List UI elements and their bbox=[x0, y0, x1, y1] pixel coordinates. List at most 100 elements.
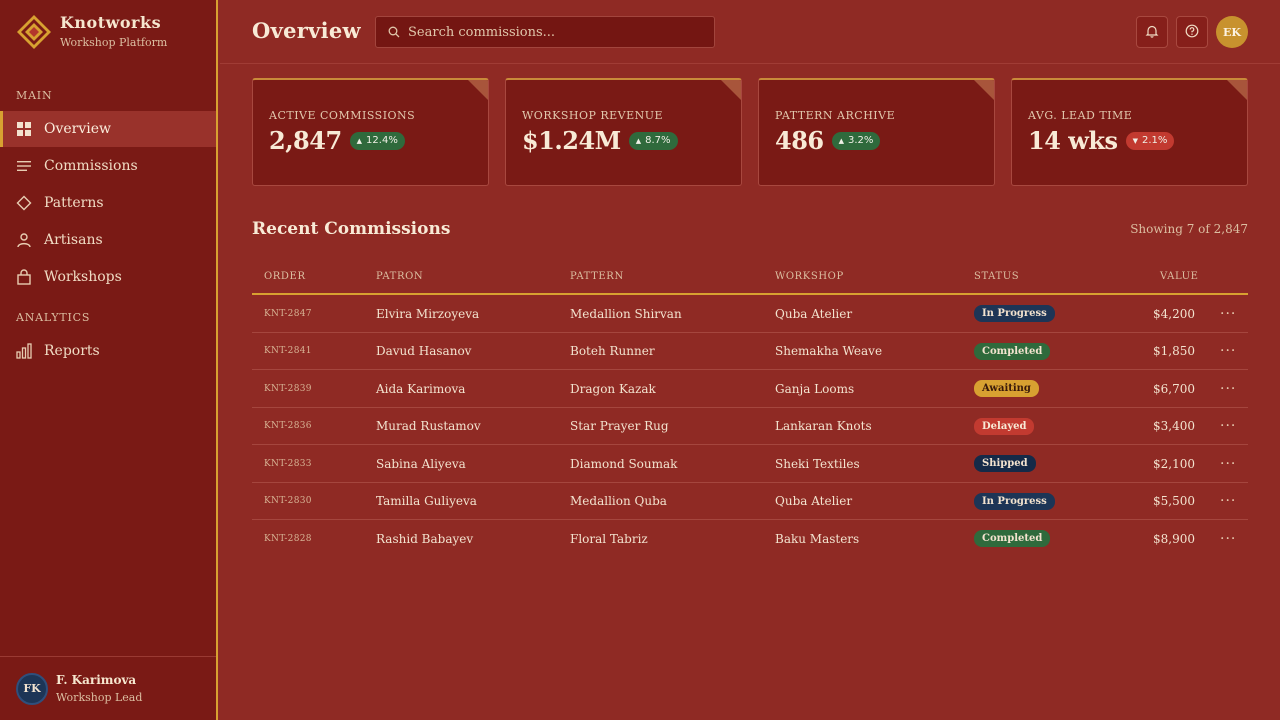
stat-value: 2,847 bbox=[269, 126, 342, 155]
sidebar-user[interactable]: FK F. Karimova Workshop Lead bbox=[0, 656, 216, 720]
order-id[interactable]: KNT-2841 bbox=[264, 333, 312, 370]
table-row[interactable]: KNT-2841 Davud Hasanov Boteh Runner Shemakh… bbox=[252, 333, 1248, 370]
stat-label: Active Commissions bbox=[269, 109, 416, 122]
stat-card-avg-lead-time[interactable]: Avg. Lead Time 14 wks ▼ 2.1% bbox=[1011, 78, 1248, 186]
table-row[interactable]: KNT-2833 Sabina Aliyeva Diamond Soumak Shek… bbox=[252, 445, 1248, 483]
patron-name: Murad Rustamov bbox=[376, 419, 481, 433]
user-avatar[interactable]: EK bbox=[1216, 16, 1248, 48]
sidebar-item-overview[interactable]: Overview bbox=[0, 111, 216, 147]
order-value: $4,200 bbox=[1153, 306, 1195, 321]
card-corner-decoration bbox=[974, 80, 994, 100]
table-row[interactable]: KNT-2839 Aida Karimova Dragon Kazak Ganja L… bbox=[252, 370, 1248, 408]
pattern-name: Medallion Quba bbox=[570, 494, 667, 508]
avatar: FK bbox=[16, 672, 48, 705]
section-label-analytics: Analytics bbox=[16, 311, 91, 324]
row-actions-button[interactable]: ··· bbox=[1220, 483, 1236, 520]
order-id[interactable]: KNT-2833 bbox=[264, 445, 312, 482]
row-actions-button[interactable]: ··· bbox=[1220, 408, 1236, 445]
row-actions-button[interactable]: ··· bbox=[1220, 445, 1236, 482]
stat-label: Avg. Lead Time bbox=[1028, 109, 1133, 122]
commissions-table: Order Patron Pattern Workshop Status Val… bbox=[252, 260, 1248, 558]
table-row[interactable]: KNT-2830 Tamilla Guliyeva Medallion Quba Qu… bbox=[252, 483, 1248, 520]
status-cell: In Progress bbox=[974, 295, 1055, 332]
status-badge: In Progress bbox=[974, 305, 1055, 322]
row-actions-button[interactable]: ··· bbox=[1220, 333, 1236, 370]
workshop-name: Shemakha Weave bbox=[775, 344, 883, 358]
diamond-icon bbox=[16, 195, 32, 211]
search-input[interactable] bbox=[408, 24, 708, 40]
workshop-name: Quba Atelier bbox=[775, 306, 853, 321]
status-cell: Awaiting bbox=[974, 370, 1039, 407]
trend-badge: ▼ 2.1% bbox=[1125, 131, 1175, 150]
stat-card-pattern-archive[interactable]: Pattern Archive 486 ▲ 3.2% bbox=[758, 78, 995, 186]
sidebar-item-label: Overview bbox=[44, 121, 112, 137]
pattern-name: Boteh Runner bbox=[570, 344, 655, 358]
order-value: $3,400 bbox=[1153, 419, 1195, 433]
order-id[interactable]: KNT-2830 bbox=[264, 483, 312, 520]
column-header-patron[interactable]: Patron bbox=[376, 271, 423, 282]
order-id[interactable]: KNT-2839 bbox=[264, 370, 312, 407]
patron-name: Tamilla Guliyeva bbox=[376, 494, 477, 508]
row-actions-button[interactable]: ··· bbox=[1220, 370, 1236, 407]
status-badge: Delayed bbox=[974, 417, 1035, 435]
stat-label: Workshop Revenue bbox=[522, 109, 664, 122]
trend-badge: ▲ 3.2% bbox=[831, 131, 881, 150]
status-cell: Completed bbox=[974, 333, 1051, 370]
patron-name: Davud Hasanov bbox=[376, 344, 472, 358]
help-button[interactable] bbox=[1176, 16, 1208, 48]
pattern-name: Star Prayer Rug bbox=[570, 419, 669, 433]
status-badge: Completed bbox=[974, 530, 1051, 547]
stat-card-workshop-revenue[interactable]: Workshop Revenue $1.24M ▲ 8.7% bbox=[505, 78, 742, 186]
user-role: Workshop Lead bbox=[56, 691, 143, 704]
bar-chart-icon bbox=[16, 343, 32, 359]
order-value: $2,100 bbox=[1153, 456, 1195, 471]
section-title: Recent Commissions bbox=[252, 219, 451, 239]
column-header-value[interactable]: Value bbox=[1160, 271, 1199, 282]
row-actions-button[interactable]: ··· bbox=[1220, 295, 1236, 332]
sidebar-item-artisans[interactable]: Artisans bbox=[0, 222, 216, 258]
order-id[interactable]: KNT-2847 bbox=[264, 295, 312, 332]
status-cell: In Progress bbox=[974, 483, 1055, 520]
results-count: Showing 7 of 2,847 bbox=[1130, 222, 1248, 236]
order-value: $5,500 bbox=[1153, 494, 1195, 508]
table-row[interactable]: KNT-2847 Elvira Mirzoyeva Medallion Shirva… bbox=[252, 295, 1248, 333]
workshop-name: Lankaran Knots bbox=[775, 419, 872, 433]
arrow-up-icon: ▲ bbox=[635, 136, 642, 145]
search-icon bbox=[388, 23, 400, 42]
trend-badge: ▲ 12.4% bbox=[349, 131, 405, 150]
stat-value: 486 bbox=[775, 126, 824, 155]
column-header-workshop[interactable]: Workshop bbox=[775, 271, 844, 282]
stat-card-active-commissions[interactable]: Active Commissions 2,847 ▲ 12.4% bbox=[252, 78, 489, 186]
column-header-status[interactable]: Status bbox=[974, 271, 1019, 282]
notifications-button[interactable] bbox=[1136, 16, 1168, 48]
sidebar-item-patterns[interactable]: Patterns bbox=[0, 185, 216, 221]
more-icon: ··· bbox=[1220, 305, 1237, 322]
status-cell: Shipped bbox=[974, 445, 1036, 482]
pattern-name: Diamond Soumak bbox=[570, 456, 678, 471]
row-actions-button[interactable]: ··· bbox=[1220, 520, 1236, 557]
status-badge: Awaiting bbox=[974, 380, 1039, 397]
sidebar-item-workshops[interactable]: Workshops bbox=[0, 259, 216, 295]
column-header-order[interactable]: Order bbox=[264, 271, 306, 282]
grid-icon bbox=[16, 121, 32, 137]
stat-value: 14 wks bbox=[1028, 126, 1118, 155]
patron-name: Rashid Babayev bbox=[376, 531, 474, 546]
order-id[interactable]: KNT-2828 bbox=[264, 520, 312, 557]
help-icon bbox=[1185, 23, 1199, 42]
sidebar-item-commissions[interactable]: Commissions bbox=[0, 148, 216, 184]
brand[interactable]: Knotworks Workshop Platform bbox=[16, 12, 167, 50]
column-header-pattern[interactable]: Pattern bbox=[570, 271, 624, 282]
more-icon: ··· bbox=[1220, 455, 1237, 472]
workshop-name: Quba Atelier bbox=[775, 494, 853, 508]
order-id[interactable]: KNT-2836 bbox=[264, 408, 312, 445]
card-corner-decoration bbox=[721, 80, 741, 100]
table-row[interactable]: KNT-2836 Murad Rustamov Star Prayer Rug Lan… bbox=[252, 408, 1248, 445]
patron-name: Aida Karimova bbox=[376, 381, 466, 396]
table-row[interactable]: KNT-2828 Rashid Babayev Floral Tabriz Baku … bbox=[252, 520, 1248, 558]
user-name: F. Karimova bbox=[56, 673, 137, 687]
workshop-name: Ganja Looms bbox=[775, 381, 855, 396]
sidebar-item-reports[interactable]: Reports bbox=[0, 333, 216, 369]
user-icon bbox=[16, 232, 32, 248]
search-box[interactable] bbox=[375, 16, 715, 48]
pattern-name: Floral Tabriz bbox=[570, 531, 648, 546]
